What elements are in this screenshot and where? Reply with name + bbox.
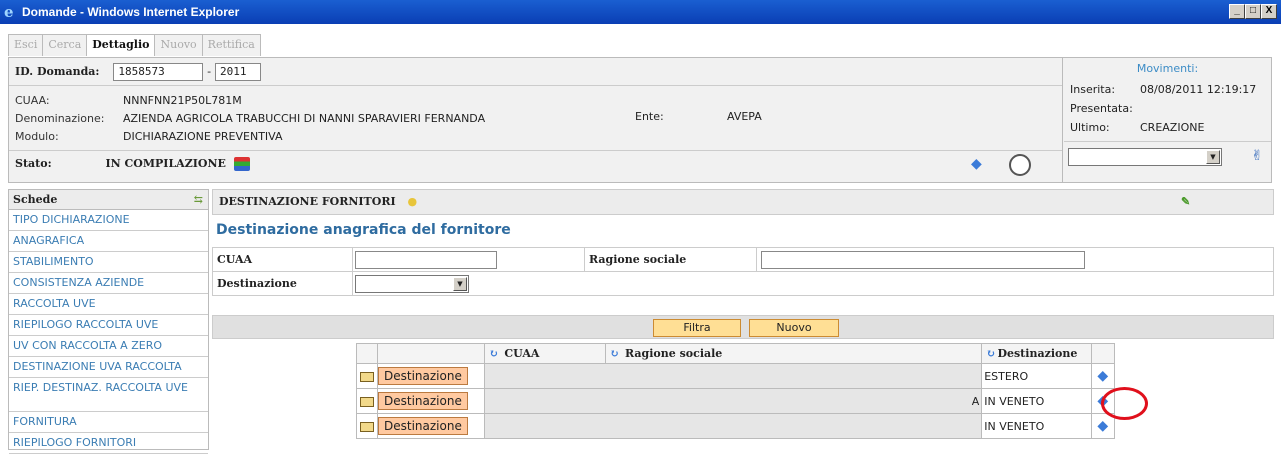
filter-table: CUAA Ragione sociale Destinazione ▼ [212, 247, 1274, 296]
stato-label: Stato: [15, 157, 52, 170]
table-row: Destinazione ESTERO ◆ [356, 363, 1116, 389]
edit-row-icon[interactable]: ◆ [1097, 418, 1108, 434]
destinazione-row-button[interactable]: Destinazione [378, 392, 468, 410]
sidebar-item-raccolta-uve[interactable]: RACCOLTA UVE [9, 294, 208, 315]
row-trail [484, 363, 983, 389]
table-row: Destinazione IN VENETO ◆ [356, 413, 1116, 439]
movimenti-select[interactable]: ▼ [1068, 148, 1222, 166]
maximize-button[interactable]: □ [1245, 4, 1261, 19]
row-trail: A [484, 388, 983, 414]
books-icon [233, 157, 250, 171]
ragione-filter-input[interactable] [761, 250, 1085, 269]
sidebar-item-riepilogo-fornitori[interactable]: RIEPILOGO FORNITORI [9, 433, 208, 454]
footprints-icon[interactable]: ✌ [1251, 148, 1263, 164]
tab-cerca[interactable]: Cerca [42, 34, 88, 56]
ultimo-value: CREAZIONE [1140, 121, 1205, 134]
movimenti-title: Movimenti: [1136, 62, 1199, 75]
sidebar-item-fornitura[interactable]: FORNITURA [9, 412, 208, 433]
tab-rettifica[interactable]: Rettifica [201, 34, 261, 56]
stato-value: IN COMPILAZIONE [105, 157, 226, 170]
browser-content: Esci Cerca Dettaglio Nuovo Rettifica ID.… [4, 27, 1277, 454]
ente-value: AVEPA [727, 110, 762, 123]
chevron-down-icon: ▼ [453, 276, 467, 291]
row-destinazione: IN VENETO [981, 388, 1092, 414]
sidebar-item-consistenza-aziende[interactable]: CONSISTENZA AZIENDE [9, 273, 208, 294]
top-tabs: Esci Cerca Dettaglio Nuovo Rettifica [8, 34, 261, 56]
lightbulb-icon: ● [407, 195, 418, 208]
schede-title: Schede [13, 193, 58, 206]
row-destinazione: ESTERO [981, 363, 1092, 389]
table-row: Destinazione A IN VENETO ◆ [356, 388, 1116, 414]
nuovo-button[interactable]: Nuovo [749, 319, 839, 337]
year-input[interactable]: 2011 [215, 63, 261, 81]
history-clock-icon[interactable] [1009, 154, 1031, 176]
destinazione-row-button[interactable]: Destinazione [378, 417, 468, 435]
modulo-label: Modulo: [15, 130, 59, 143]
filter-button-bar: Filtra Nuovo [212, 315, 1274, 339]
tab-nuovo[interactable]: Nuovo [154, 34, 203, 56]
swap-icon[interactable]: ⇆ [194, 190, 203, 210]
sidebar-item-riepilogo-raccolta-uve[interactable]: RIEPILOGO RACCOLTA UVE [9, 315, 208, 336]
schede-sidebar: Schede ⇆ TIPO DICHIARAZIONE ANAGRAFICA S… [8, 189, 209, 454]
cuaa-filter-input[interactable] [355, 250, 497, 269]
cuaa-value: NNNFNN21P50L781M [123, 94, 242, 107]
tab-dettaglio[interactable]: Dettaglio [86, 34, 156, 56]
cuaa-label: CUAA: [15, 94, 50, 107]
tab-esci[interactable]: Esci [8, 34, 44, 56]
denominazione-label: Denominazione: [15, 112, 105, 125]
ragione-filter-label: Ragione sociale [584, 247, 757, 272]
sort-icon[interactable]: ↻ [986, 347, 995, 360]
ie-icon: e [4, 3, 14, 21]
window-titlebar: e Domande - Windows Internet Explorer _ … [0, 0, 1281, 24]
id-domanda-input[interactable]: 1858573 [113, 63, 204, 81]
folder-icon[interactable] [360, 421, 374, 432]
sort-icon[interactable]: ↻ [489, 347, 498, 360]
destinazione-filter-label: Destinazione [212, 271, 353, 296]
folder-icon[interactable] [360, 371, 374, 382]
sidebar-item-riep-destinaz-raccolta-uve[interactable]: RIEP. DESTINAZ. RACCOLTA UVE [9, 378, 208, 412]
denominazione-value: AZIENDA AGRICOLA TRABUCCHI DI NANNI SPAR… [123, 112, 486, 125]
highlight-circle [1101, 387, 1148, 420]
sidebar-item-anagrafica[interactable]: ANAGRAFICA [9, 231, 208, 252]
ente-label: Ente: [635, 110, 664, 123]
sidebar-item-destinazione-uva-raccolta[interactable]: DESTINAZIONE UVA RACCOLTA [9, 357, 208, 378]
chevron-down-icon: ▼ [1206, 150, 1220, 164]
pencil-icon[interactable]: ✎ [1181, 190, 1190, 214]
destinazione-filter-select[interactable]: ▼ [355, 274, 469, 293]
presentata-label: Presentata: [1070, 102, 1133, 115]
row-destinazione: IN VENETO [981, 413, 1092, 439]
fornitori-grid: ↻ CUAA ↻ Ragione sociale ↻ Destinazione Des… [356, 343, 1116, 439]
subtitle: Destinazione anagrafica del fornitore [216, 222, 511, 238]
destinazione-row-button[interactable]: Destinazione [378, 367, 468, 385]
folder-icon[interactable] [360, 396, 374, 407]
sidebar-item-tipo-dichiarazione[interactable]: TIPO DICHIARAZIONE [9, 210, 208, 231]
sidebar-item-stabilimento[interactable]: STABILIMENTO [9, 252, 208, 273]
ultimo-label: Ultimo: [1070, 121, 1110, 134]
filtra-button[interactable]: Filtra [653, 319, 741, 337]
col-cuaa-header[interactable]: CUAA [504, 347, 539, 360]
minimize-button[interactable]: _ [1229, 4, 1245, 19]
inserita-label: Inserita: [1070, 83, 1116, 96]
domanda-header: ID. Domanda: 1858573 - 2011 CUAA: NNNFNN2… [8, 57, 1272, 183]
window-title: Domande - Windows Internet Explorer [22, 5, 240, 19]
col-destinazione-header[interactable]: Destinazione [997, 347, 1077, 360]
inserita-value: 08/08/2011 12:19:17 [1140, 83, 1257, 96]
year-separator: - [207, 65, 212, 78]
sort-icon[interactable]: ↻ [610, 347, 619, 360]
col-ragione-header[interactable]: Ragione sociale [625, 347, 722, 360]
row-trail [484, 413, 983, 439]
close-button[interactable]: X [1261, 4, 1277, 19]
section-title: DESTINAZIONE FORNITORI [219, 195, 396, 208]
modulo-value: DICHIARAZIONE PREVENTIVA [123, 130, 283, 143]
cuaa-filter-label: CUAA [212, 247, 353, 272]
edit-doc-icon[interactable]: ◆ [971, 156, 982, 172]
sidebar-item-uv-con-raccolta-zero[interactable]: UV CON RACCOLTA A ZERO [9, 336, 208, 357]
edit-row-icon[interactable]: ◆ [1097, 368, 1108, 384]
id-domanda-label: ID. Domanda: [15, 65, 100, 78]
